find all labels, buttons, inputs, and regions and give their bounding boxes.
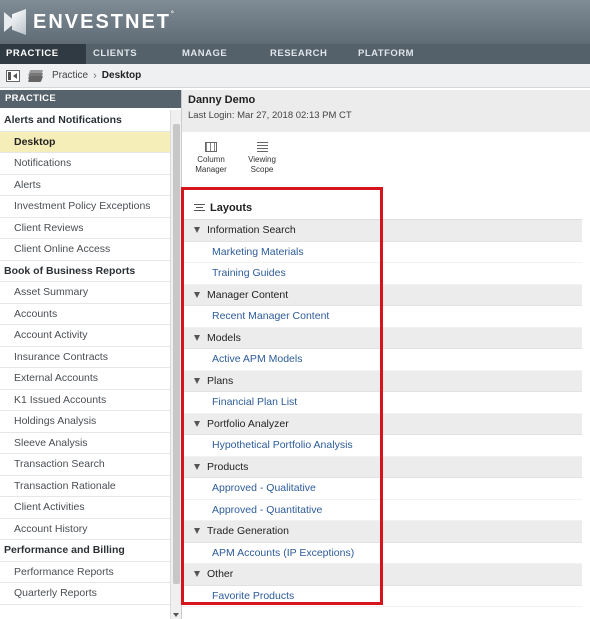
expand-triangle-icon xyxy=(194,463,200,470)
layout-link[interactable]: Training Guides xyxy=(182,263,582,285)
layout-group-label: Models xyxy=(207,331,241,344)
scrollbar-thumb[interactable] xyxy=(173,124,180,584)
sidebar-section: Book of Business Reports xyxy=(0,261,170,282)
sidebar-section: Performance and Billing xyxy=(0,540,170,562)
layout-link[interactable]: Favorite Products xyxy=(182,586,582,607)
expand-triangle-icon xyxy=(194,227,200,234)
layout-group-label: Products xyxy=(207,460,249,473)
layout-link[interactable]: Hypothetical Portfolio Analysis xyxy=(182,435,582,457)
sidebar-item[interactable]: Transaction Rationale xyxy=(0,476,170,497)
column-manager-button[interactable]: Column Manager xyxy=(186,142,236,175)
sidebar-item[interactable]: Account History xyxy=(0,519,170,540)
layout-group[interactable]: Plans xyxy=(182,370,582,392)
sidebar-item[interactable]: Investment Policy Exceptions xyxy=(0,196,170,218)
sidebar-item[interactable]: External Accounts xyxy=(0,368,170,390)
toolbar: Column Manager Viewing Scope xyxy=(182,142,590,184)
expand-triangle-icon xyxy=(194,291,200,298)
layout-group-label: Trade Generation xyxy=(207,525,289,537)
collapse-panel-icon[interactable] xyxy=(6,69,20,82)
layout-link[interactable]: Active APM Models xyxy=(182,349,582,371)
breadcrumb-separator-icon: › xyxy=(93,69,97,82)
layouts-panel: Layouts Information Search Marketing Mate… xyxy=(182,196,582,607)
layout-group-label: Information Search xyxy=(207,224,296,236)
sidebar-item[interactable]: Client Reviews xyxy=(0,218,170,239)
viewing-scope-button[interactable]: Viewing Scope xyxy=(237,142,287,175)
tab-practice[interactable]: PRACTICE xyxy=(0,44,86,64)
sidebar-item[interactable]: Quarterly Reports xyxy=(0,583,170,605)
sidebar-item[interactable]: Client Activities xyxy=(0,497,170,519)
logo-text: ENVESTNET° xyxy=(33,10,174,33)
layout-group[interactable]: Portfolio Analyzer xyxy=(182,413,582,435)
layout-group[interactable]: Products xyxy=(182,456,582,478)
sidebar-item[interactable]: Sleeve Analysis xyxy=(0,433,170,454)
layout-group[interactable]: Models xyxy=(182,327,582,349)
expand-triangle-icon xyxy=(194,571,200,578)
layouts-header: Layouts xyxy=(182,196,582,220)
layout-group-label: Manager Content xyxy=(207,288,289,301)
envestnet-logo[interactable]: ENVESTNET° xyxy=(4,6,174,38)
viewing-scope-icon xyxy=(256,142,268,152)
sidebar-item[interactable]: Holdings Analysis xyxy=(0,411,170,433)
layout-group-label: Portfolio Analyzer xyxy=(207,417,289,430)
layout-group[interactable]: Manager Content xyxy=(182,284,582,306)
sidebar-item[interactable]: K1 Issued Accounts xyxy=(0,390,170,411)
sidebar-item[interactable]: Alerts xyxy=(0,175,170,196)
breadcrumb-bar: Practice › Desktop xyxy=(0,64,590,88)
sidebar-item[interactable]: Performance Reports xyxy=(0,562,170,583)
layers-icon[interactable] xyxy=(27,69,44,83)
sidebar-item[interactable]: Insurance Contracts xyxy=(0,347,170,368)
breadcrumb-current: Desktop xyxy=(101,70,142,81)
last-login: Last Login: Mar 27, 2018 02:13 PM CT xyxy=(188,110,352,121)
layout-link[interactable]: APM Accounts (IP Exceptions) xyxy=(182,543,582,564)
tab-research[interactable]: RESEARCH xyxy=(264,44,352,64)
layout-link[interactable]: Approved - Qualitative xyxy=(182,478,582,500)
sidebar: PRACTICE Alerts and Notifications Desktop… xyxy=(0,90,182,619)
sidebar-item[interactable]: Accounts xyxy=(0,304,170,325)
sidebar-list: Alerts and Notifications Desktop Notificat… xyxy=(0,110,170,605)
tab-manage[interactable]: MANAGE xyxy=(176,44,264,64)
sidebar-item[interactable]: Notifications xyxy=(0,153,170,175)
breadcrumb-practice[interactable]: Practice xyxy=(52,70,88,81)
layout-groups: Information Search Marketing Materials Tra… xyxy=(182,220,582,607)
layout-group[interactable]: Other xyxy=(182,564,582,586)
logo-mark-icon xyxy=(4,9,26,35)
scroll-down-icon[interactable] xyxy=(173,613,179,617)
layouts-icon xyxy=(194,203,205,213)
layout-link[interactable]: Financial Plan List xyxy=(182,392,582,414)
sidebar-item[interactable]: Desktop xyxy=(0,131,170,153)
expand-triangle-icon xyxy=(194,528,200,535)
sidebar-item[interactable]: Asset Summary xyxy=(0,282,170,304)
main-nav: PRACTICE CLIENTS MANAGE RESEARCH PLATFOR… xyxy=(0,44,590,64)
user-name: Danny Demo xyxy=(188,94,256,106)
layout-link[interactable]: Approved - Quantitative xyxy=(182,500,582,521)
expand-triangle-icon xyxy=(194,420,200,427)
user-panel: Danny Demo Last Login: Mar 27, 2018 02:1… xyxy=(182,90,590,132)
sidebar-title: PRACTICE xyxy=(0,90,181,108)
sidebar-item[interactable]: Account Activity xyxy=(0,325,170,347)
tab-platform[interactable]: PLATFORM xyxy=(352,44,442,64)
layout-link[interactable]: Marketing Materials xyxy=(182,242,582,263)
brand-bar: ENVESTNET° xyxy=(0,0,590,44)
column-manager-icon xyxy=(205,142,217,152)
layout-group[interactable]: Information Search xyxy=(182,220,582,242)
sidebar-section: Alerts and Notifications xyxy=(0,110,170,132)
sidebar-scrollbar[interactable] xyxy=(170,110,181,619)
layout-group-label: Plans xyxy=(207,374,234,387)
sidebar-item[interactable]: Transaction Search xyxy=(0,454,170,476)
main-content: Danny Demo Last Login: Mar 27, 2018 02:1… xyxy=(182,90,590,619)
sidebar-item[interactable]: Client Online Access xyxy=(0,239,170,261)
tab-clients[interactable]: CLIENTS xyxy=(86,44,176,64)
expand-triangle-icon xyxy=(194,377,200,384)
expand-triangle-icon xyxy=(194,334,200,341)
layout-group-label: Other xyxy=(207,568,234,580)
layout-group[interactable]: Trade Generation xyxy=(182,521,582,543)
layout-link[interactable]: Recent Manager Content xyxy=(182,306,582,328)
